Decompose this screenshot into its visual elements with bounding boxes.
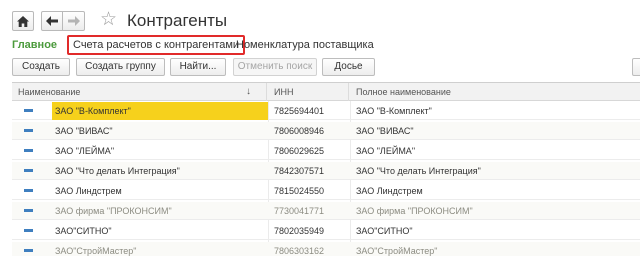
dossier-button[interactable]: Досье xyxy=(322,58,375,76)
cell-inn[interactable]: 7730041771 xyxy=(274,202,350,220)
cell-full-name[interactable]: ЗАО "В-Комплект" xyxy=(356,102,640,120)
table-row[interactable]: ЗАО"СИТНО" 7802035949 ЗАО"СИТНО" xyxy=(12,222,640,240)
row-item-icon xyxy=(24,122,54,140)
table-header: Наименование ↓ ИНН Полное наименование xyxy=(12,83,640,101)
cell-inn[interactable]: 7806008946 xyxy=(274,122,350,140)
create-group-button[interactable]: Создать группу xyxy=(76,58,165,76)
page-title: Контрагенты xyxy=(127,11,228,30)
cell-inn[interactable]: 7825694401 xyxy=(274,102,350,120)
item-icon xyxy=(24,189,33,193)
row-item-icon xyxy=(24,222,54,240)
cell-full-name[interactable]: ЗАО фирма "ПРОКОНСИМ" xyxy=(356,202,640,220)
cell-name[interactable]: ЗАО фирма "ПРОКОНСИМ" xyxy=(55,202,265,220)
cell-full-name[interactable]: ЗАО Линдстрем xyxy=(356,182,640,200)
item-icon xyxy=(24,249,33,253)
section-accounts[interactable]: Счета расчетов с контрагентами xyxy=(67,35,246,55)
cell-name[interactable]: ЗАО"СтройМастер" xyxy=(55,242,265,256)
sort-arrow-icon: ↓ xyxy=(246,86,251,97)
column-header-name[interactable]: Наименование xyxy=(12,83,267,101)
create-button[interactable]: Создать xyxy=(12,58,70,76)
cell-inn[interactable]: 7806029625 xyxy=(274,142,350,160)
counterparties-table: Наименование ↓ ИНН Полное наименование З… xyxy=(12,82,640,256)
cell-full-name[interactable]: ЗАО"СИТНО" xyxy=(356,222,640,240)
row-item-icon xyxy=(24,102,54,120)
find-button[interactable]: Найти... xyxy=(170,58,226,76)
table-row[interactable]: ЗАО Линдстрем 7815024550 ЗАО Линдстрем xyxy=(12,182,640,200)
cell-name[interactable]: ЗАО "ЛЕЙМА" xyxy=(55,142,265,160)
cell-name[interactable]: ЗАО Линдстрем xyxy=(55,182,265,200)
row-item-icon xyxy=(24,202,54,220)
item-icon xyxy=(24,209,33,213)
arrow-right-icon xyxy=(67,16,80,26)
cell-name[interactable]: ЗАО "ВИВАС" xyxy=(55,122,265,140)
cell-name[interactable]: ЗАО "В-Комплект" xyxy=(52,102,268,120)
cell-full-name[interactable]: ЗАО"СтройМастер" xyxy=(356,242,640,256)
item-icon xyxy=(24,169,33,173)
row-item-icon xyxy=(24,162,54,180)
home-icon xyxy=(17,15,29,27)
row-item-icon xyxy=(24,182,54,200)
star-icon[interactable]: ☆ xyxy=(100,9,117,31)
more-actions-button[interactable] xyxy=(632,58,640,76)
column-header-full-name[interactable]: Полное наименование xyxy=(350,83,640,101)
table-row[interactable]: ЗАО "Что делать Интеграция" 7842307571 ЗАО… xyxy=(12,162,640,180)
forward-button[interactable] xyxy=(63,11,85,31)
cell-name[interactable]: ЗАО "Что делать Интеграция" xyxy=(55,162,265,180)
cell-full-name[interactable]: ЗАО "Что делать Интеграция" xyxy=(356,162,640,180)
section-nomenclature[interactable]: Номенклатура поставщика xyxy=(236,35,374,55)
table-row[interactable]: ЗАО "В-Комплект" 7825694401 ЗАО "В-Комплек… xyxy=(12,102,640,120)
cell-full-name[interactable]: ЗАО "ВИВАС" xyxy=(356,122,640,140)
item-icon xyxy=(24,109,33,113)
column-header-inn[interactable]: ИНН xyxy=(268,83,349,101)
table-row[interactable]: ЗАО"СтройМастер" 7806303162 ЗАО"СтройМасте… xyxy=(12,242,640,256)
table-row[interactable]: ЗАО "ВИВАС" 7806008946 ЗАО "ВИВАС" xyxy=(12,122,640,140)
cell-inn[interactable]: 7802035949 xyxy=(274,222,350,240)
section-main[interactable]: Главное xyxy=(12,35,57,55)
cell-full-name[interactable]: ЗАО "ЛЕЙМА" xyxy=(356,142,640,160)
item-icon xyxy=(24,229,33,233)
cell-name[interactable]: ЗАО"СИТНО" xyxy=(55,222,265,240)
home-button[interactable] xyxy=(12,11,34,31)
cell-inn[interactable]: 7815024550 xyxy=(274,182,350,200)
table-row[interactable]: ЗАО фирма "ПРОКОНСИМ" 7730041771 ЗАО фирма… xyxy=(12,202,640,220)
arrow-left-icon xyxy=(46,16,58,26)
item-icon xyxy=(24,149,33,153)
cell-inn[interactable]: 7842307571 xyxy=(274,162,350,180)
back-button[interactable] xyxy=(41,11,63,31)
cell-inn[interactable]: 7806303162 xyxy=(274,242,350,256)
row-item-icon xyxy=(24,142,54,160)
item-icon xyxy=(24,129,33,133)
table-row[interactable]: ЗАО "ЛЕЙМА" 7806029625 ЗАО "ЛЕЙМА" xyxy=(12,142,640,160)
row-item-icon xyxy=(24,242,54,256)
cancel-search-button[interactable]: Отменить поиск xyxy=(233,58,317,76)
